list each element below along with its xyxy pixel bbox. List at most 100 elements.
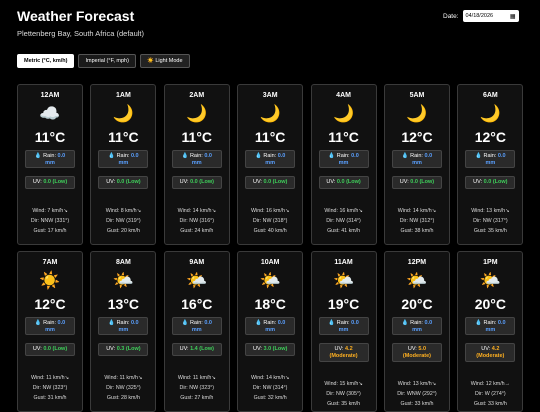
hour-card: 5AM 🌙 12°C 💧 Rain: 0.0 mm UV: 0.0 (Low) Wind: … (383, 84, 450, 245)
temperature: 11°C (181, 129, 213, 145)
uv-box: UV: 0.0 (Low) (318, 176, 369, 189)
uv-label: UV: (399, 179, 409, 185)
gust-label: Gust: (327, 401, 340, 407)
uv-level: (Low) (52, 179, 68, 185)
raindrop-icon: 💧 (254, 320, 262, 326)
hour-label: 12AM (40, 92, 60, 99)
rain-value: 0.0 (57, 153, 66, 159)
gust-label: Gust: (327, 228, 340, 234)
uv-box: UV: 4.2 (Moderate) (318, 343, 369, 362)
uv-label: UV: (106, 179, 116, 185)
temperature: 11°C (108, 129, 139, 145)
rain-box: 💧 Rain: 0.0 mm (171, 150, 222, 168)
uv-value: 1.4 (190, 346, 198, 352)
uv-label: UV: (32, 346, 42, 352)
light-mode-button[interactable]: ☀️ Light Mode (139, 54, 190, 68)
dir-value: NW (312°) (409, 218, 435, 224)
gust-value: 35 km/h (341, 401, 361, 407)
moon-icon: 🌙 (112, 104, 134, 123)
uv-value: 0.0 (263, 179, 272, 185)
sun-icon: ☀️ (39, 271, 61, 290)
hour-label: 1AM (116, 92, 131, 99)
wind-label: Wind: (324, 208, 338, 214)
wind-info: Wind: 14 km/h↘ Dir: NW (312°) Gust: 38 km/… (385, 206, 449, 236)
temperature: 11°C (34, 129, 66, 145)
dir-label: Dir: (326, 218, 335, 224)
dir-label: Dir: (252, 218, 262, 224)
dir-value: NW (305°) (336, 391, 361, 397)
temperature: 12°C (401, 129, 433, 145)
hour-card: 6AM 🌙 12°C 💧 Rain: 0.0 mm UV: 0.0 (Low) Wind: … (457, 84, 524, 245)
uv-value: 0.0 (336, 179, 345, 185)
temperature: 11°C (254, 129, 286, 145)
rain-unit: mm (191, 327, 202, 333)
wind-info: Wind: 16 km/h↘ Dir: NW (314°) Gust: 41 km/… (312, 206, 376, 236)
gust-label: Gust: (473, 401, 487, 407)
gust-value: 31 km/h (47, 395, 67, 401)
hour-label: 1PM (483, 259, 498, 266)
temperature: 12°C (474, 129, 506, 145)
dir-value: NW (319°) (115, 218, 141, 224)
wind-value: 13 km/h↘ (412, 381, 437, 387)
rain-value: 0.0 (351, 320, 359, 326)
rain-box: 💧 Rain: 0.0 mm (318, 317, 369, 335)
raindrop-icon: 💧 (181, 320, 189, 326)
date-input[interactable]: 04/18/2026 ▦ (462, 10, 519, 22)
wind-value: 16 km/h↘ (339, 208, 363, 214)
moon-icon: 🌙 (259, 104, 281, 123)
hourly-forecast-grid: 12AM ☁️ 11°C 💧 Rain: 0.0 mm UV: 0.0 (Low) Wind… (17, 84, 524, 412)
temperature: 20°C (401, 296, 433, 312)
dir-label: Dir: (473, 218, 482, 224)
gust-label: Gust: (253, 228, 267, 234)
gust-label: Gust: (106, 228, 120, 234)
rain-value: 0.0 (204, 320, 212, 326)
dir-label: Dir: (106, 218, 115, 224)
rain-label: Rain: (336, 153, 350, 159)
hour-label: 2AM (189, 92, 205, 99)
moon-icon: 🌙 (186, 104, 208, 123)
wind-value: 7 km/h↘ (47, 208, 68, 214)
wind-value: 11 km/h↘ (192, 375, 216, 381)
date-label: Date: (443, 12, 459, 20)
dir-value: NNW (331°) (40, 218, 70, 224)
uv-label: UV: (252, 179, 262, 185)
dir-value: NW (323°) (42, 385, 68, 391)
uv-level: (Low) (272, 179, 288, 185)
temperature: 20°C (474, 296, 506, 312)
sun-cloud-icon: 🌤️ (112, 271, 134, 290)
uv-label: UV: (179, 346, 189, 352)
wind-label: Wind: (397, 381, 412, 387)
gust-value: 41 km/h (341, 228, 361, 234)
wind-label: Wind: (324, 381, 338, 387)
gust-label: Gust: (400, 401, 414, 407)
uv-value: 4.2 (344, 346, 353, 352)
gust-label: Gust: (400, 228, 414, 234)
uv-value: 0.0 (190, 179, 198, 185)
wind-info: Wind: 11 km/h↘ Dir: NW (323°) Gust: 31 km/… (18, 373, 82, 403)
temperature: 13°C (107, 296, 140, 312)
hour-card: 12AM ☁️ 11°C 💧 Rain: 0.0 mm UV: 0.0 (Low) Wind… (17, 84, 83, 245)
uv-value: 3.0 (263, 346, 272, 352)
metric-button[interactable]: Metric (°C, km/h) (17, 54, 75, 68)
uv-level: (Moderate) (476, 353, 505, 359)
wind-label: Wind: (31, 375, 45, 381)
uv-value: 0.0 (116, 179, 125, 185)
rain-box: 💧 Rain: 0.0 mm (25, 317, 75, 335)
wind-label: Wind: (251, 375, 265, 381)
hour-card: 8AM 🌤️ 13°C 💧 Rain: 0.0 mm UV: 0.3 (Low) Wind:… (90, 251, 157, 412)
dir-label: Dir: (179, 385, 188, 391)
uv-level: (Low) (199, 179, 214, 185)
dir-label: Dir: (179, 218, 188, 224)
wind-label: Wind: (177, 375, 192, 381)
sun-cloud-icon: 🌤️ (406, 271, 428, 290)
calendar-icon[interactable]: ▦ (510, 13, 516, 20)
uv-value: 0.0 (43, 179, 51, 185)
uv-box: UV: 0.0 (Low) (171, 176, 222, 189)
hour-card: 12PM 🌤️ 20°C 💧 Rain: 0.0 mm UV: 5.0 (Moderate)… (383, 251, 450, 412)
uv-box: UV: 0.0 (Low) (391, 176, 442, 189)
sun-cloud-icon: 🌤️ (186, 271, 208, 290)
hour-card: 9AM 🌤️ 16°C 💧 Rain: 0.0 mm UV: 1.4 (Low) Wind:… (163, 251, 230, 412)
hour-label: 9AM (189, 259, 205, 266)
rain-label: Rain: (410, 153, 423, 159)
imperial-button[interactable]: Imperial (°F, mph) (78, 54, 136, 68)
